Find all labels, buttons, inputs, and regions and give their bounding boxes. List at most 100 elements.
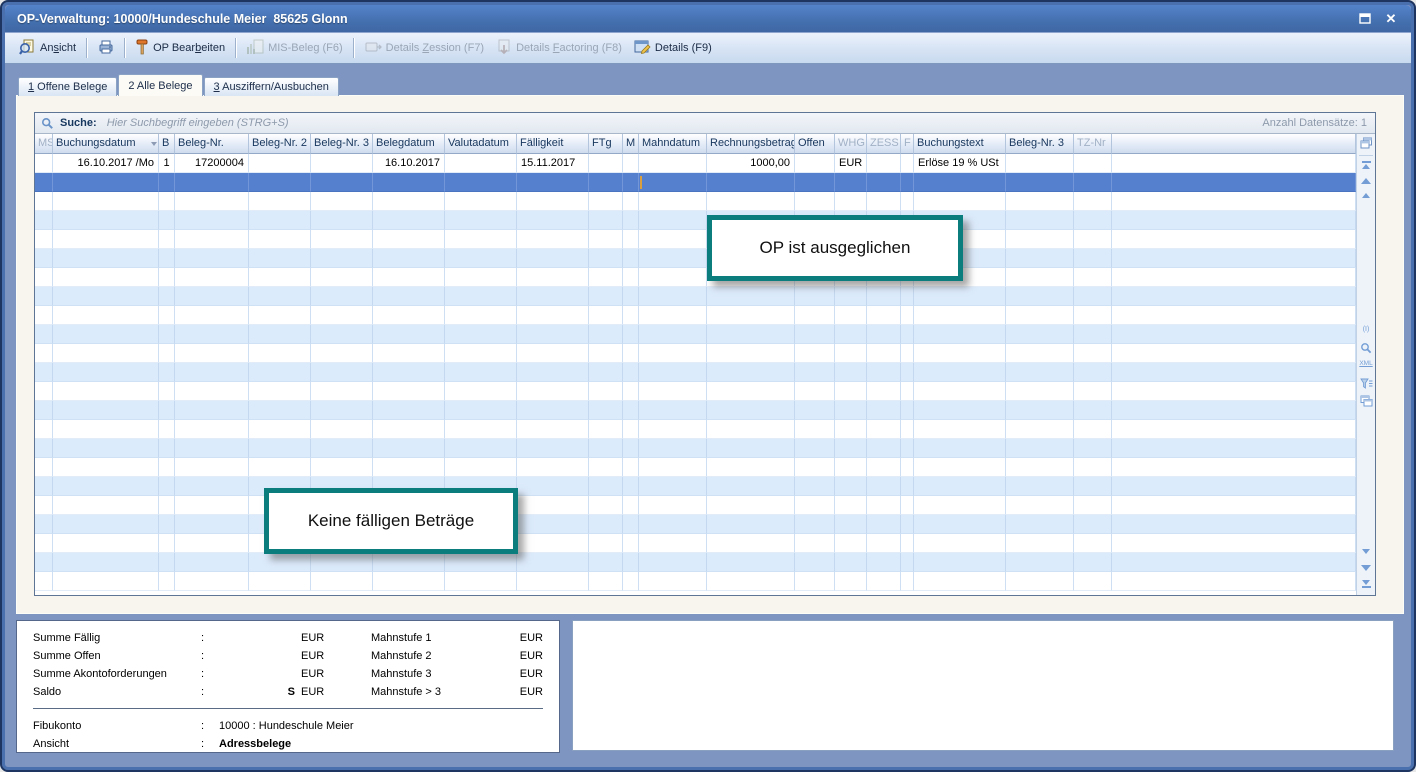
scroll-up-icon[interactable]: [1357, 178, 1375, 184]
grid-empty-row[interactable]: [35, 382, 1356, 401]
scroll-last-icon[interactable]: [1357, 580, 1375, 588]
grid-cell: [1006, 154, 1074, 173]
column-header-ms[interactable]: MS: [35, 134, 53, 154]
column-header-buchungsdatum[interactable]: Buchungsdatum: [53, 134, 159, 154]
grid-cell: [1074, 154, 1112, 173]
grid-cell: [35, 363, 53, 382]
grid-cell: [445, 401, 517, 420]
column-header-beleg-nr-3[interactable]: Beleg-Nr. 3: [311, 134, 373, 154]
column-header-tz-nr[interactable]: TZ-Nr: [1074, 134, 1112, 154]
grid-empty-row[interactable]: [35, 553, 1356, 572]
column-header-beleg-nr-[interactable]: Beleg-Nr.: [175, 134, 249, 154]
grid-empty-row[interactable]: [35, 420, 1356, 439]
summary-row: Summe Akontoforderungen:EURMahnstufe 3EU…: [33, 665, 543, 683]
op-bearbeiten-button[interactable]: OP Bearbeiten: [129, 36, 231, 61]
column-header-zess[interactable]: ZESS: [867, 134, 901, 154]
grid-cell: [35, 572, 53, 591]
summary-panel: Summe Fällig:EURMahnstufe 1EURSumme Offe…: [16, 620, 560, 753]
grid-cell: [311, 572, 373, 591]
grid-selected-row[interactable]: [35, 173, 1356, 192]
grid-cell: [517, 458, 589, 477]
grid-empty-row[interactable]: [35, 306, 1356, 325]
grid-cell: [707, 173, 795, 192]
grid-cell: [175, 496, 249, 515]
grid-cell: [1074, 458, 1112, 477]
column-header-belegdatum[interactable]: Belegdatum: [373, 134, 445, 154]
column-header-beleg-nr-3[interactable]: Beleg-Nr. 3: [1006, 134, 1074, 154]
grid-cell: [175, 477, 249, 496]
details-button[interactable]: Details (F9): [628, 36, 718, 61]
mahnstufe-currency: EUR: [501, 686, 543, 698]
grid-empty-row[interactable]: [35, 211, 1356, 230]
grid-cell: [311, 439, 373, 458]
grid-empty-row[interactable]: [35, 534, 1356, 553]
grid-cell: [1074, 382, 1112, 401]
grid-table: MSBuchungsdatumBBeleg-Nr.Beleg-Nr. 2Bele…: [35, 134, 1356, 595]
xml-icon[interactable]: XML: [1357, 361, 1375, 368]
print-button[interactable]: [91, 36, 120, 61]
column-header-ftg[interactable]: FTg: [589, 134, 623, 154]
grid-cell: [1074, 496, 1112, 515]
grid-empty-row[interactable]: [35, 192, 1356, 211]
grid-empty-row[interactable]: [35, 230, 1356, 249]
grid-empty-row[interactable]: [35, 344, 1356, 363]
grid-empty-row[interactable]: [35, 401, 1356, 420]
grid-cell: [639, 439, 707, 458]
grid-cell: [795, 458, 835, 477]
scroll-down-icon[interactable]: [1357, 565, 1375, 571]
search-input[interactable]: [105, 116, 1263, 130]
close-icon[interactable]: ✕: [1383, 11, 1399, 26]
grid-cell: [35, 401, 53, 420]
grid-cell: [835, 306, 867, 325]
row-down-icon[interactable]: [1357, 549, 1375, 554]
column-header-beleg-nr-2[interactable]: Beleg-Nr. 2: [249, 134, 311, 154]
grid-cell: [517, 268, 589, 287]
ansicht-button[interactable]: Ansicht: [13, 36, 82, 61]
grid-empty-row[interactable]: [35, 249, 1356, 268]
grid-cell: [623, 173, 639, 192]
grid-empty-row[interactable]: [35, 496, 1356, 515]
column-header-whg[interactable]: WHG: [835, 134, 867, 154]
filter-icon[interactable]: [1357, 378, 1375, 389]
grid-cell-filler: [1112, 572, 1356, 591]
grid-empty-row[interactable]: [35, 363, 1356, 382]
grid-empty-row[interactable]: [35, 477, 1356, 496]
grid-empty-row[interactable]: [35, 572, 1356, 591]
column-header-f-lligkeit[interactable]: Fälligkeit: [517, 134, 589, 154]
tab-offene-belege[interactable]: 1 Offene Belege: [18, 77, 117, 96]
scroll-first-icon[interactable]: [1357, 161, 1375, 169]
column-header-offen[interactable]: Offen: [795, 134, 835, 154]
column-header-f[interactable]: F: [901, 134, 914, 154]
column-header-mahndatum[interactable]: Mahndatum: [639, 134, 707, 154]
grid-cell: [835, 477, 867, 496]
tab-alle-belege[interactable]: 2 Alle Belege: [118, 74, 202, 96]
grid-cell: [249, 363, 311, 382]
grid-empty-row[interactable]: [35, 515, 1356, 534]
grid-empty-row[interactable]: [35, 325, 1356, 344]
zoom-icon[interactable]: [1357, 342, 1375, 354]
grid-cell-filler: [1112, 230, 1356, 249]
tab-ausziffern-ausbuchen[interactable]: 3 Ausziffern/Ausbuchen: [204, 77, 339, 96]
grid-cell: [707, 344, 795, 363]
column-header-buchungstext[interactable]: Buchungstext: [914, 134, 1006, 154]
multi-window-icon[interactable]: [1357, 395, 1375, 407]
grid-cell: [445, 192, 517, 211]
grid-cell: [623, 382, 639, 401]
goto-row-icon[interactable]: (I): [1357, 326, 1375, 333]
grid-cell: [835, 287, 867, 306]
column-chooser-icon[interactable]: [1357, 137, 1375, 149]
column-header-rechnungsbetrag[interactable]: Rechnungsbetrag: [707, 134, 795, 154]
grid-data-row[interactable]: 16.10.2017 /Mo11720000416.10.201715.11.2…: [35, 154, 1356, 173]
column-header-b[interactable]: B: [159, 134, 175, 154]
column-header-m[interactable]: M: [623, 134, 639, 154]
grid-empty-row[interactable]: [35, 268, 1356, 287]
column-header-valutadatum[interactable]: Valutadatum: [445, 134, 517, 154]
grid-cell: [589, 420, 623, 439]
grid-empty-row[interactable]: [35, 287, 1356, 306]
grid-cell: [175, 401, 249, 420]
restore-icon[interactable]: [1357, 11, 1373, 26]
row-up-icon[interactable]: [1357, 193, 1375, 198]
grid-empty-row[interactable]: [35, 458, 1356, 477]
grid-cell: [639, 211, 707, 230]
grid-empty-row[interactable]: [35, 439, 1356, 458]
